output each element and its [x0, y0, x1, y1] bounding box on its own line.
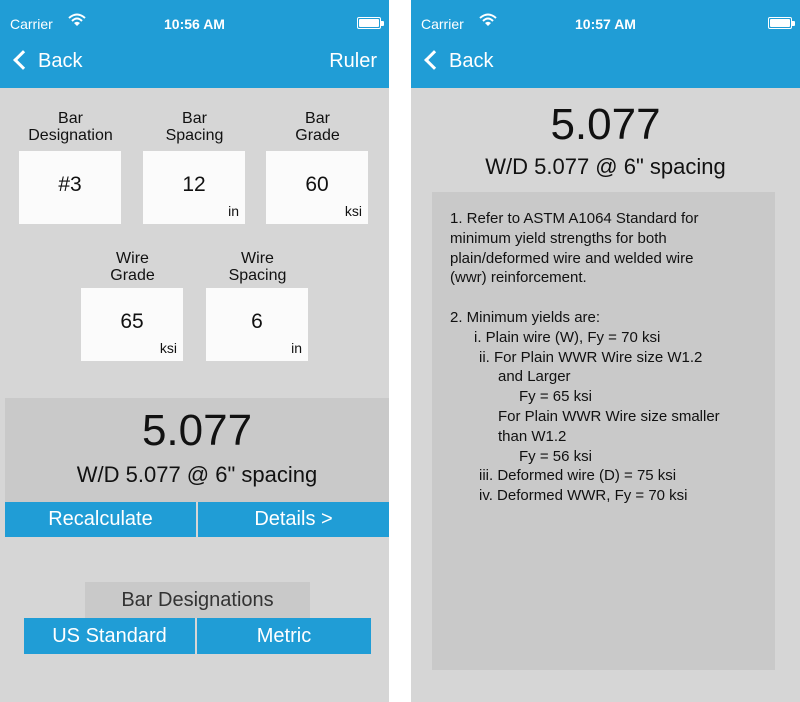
bar-designation-label: Bar Designation [28, 110, 113, 144]
bar-designations-header: Bar Designations [85, 582, 310, 618]
details-line: i. Plain wire (W), Fy = 70 ksi [474, 328, 661, 346]
details-line: than W1.2 [498, 427, 567, 445]
details-line: minimum yield strengths for both [450, 229, 667, 247]
details-screen: Carrier 10:57 AM Back 5.077 W/D 5.077 @ … [411, 0, 800, 702]
wire-spacing-unit: in [291, 340, 302, 356]
details-text: 1. Refer to ASTM A1064 Standard for mini… [450, 209, 770, 506]
wire-spacing-label: Wire Spacing [228, 250, 287, 284]
wire-grade-unit: ksi [159, 340, 177, 356]
bar-grade-unit: ksi [344, 203, 362, 219]
bar-spacing-value: 12 [182, 173, 206, 196]
details-line: Fy = 65 ksi [519, 388, 592, 406]
clock: 10:57 AM [575, 16, 636, 32]
details-line: 2. Minimum yields are: [450, 308, 601, 326]
details-line: and Larger [498, 368, 571, 386]
result-panel: 5.077 W/D 5.077 @ 6" spacing [5, 398, 389, 502]
details-button[interactable]: Details > [198, 502, 389, 537]
result-value: 5.077 [141, 406, 253, 455]
wire-spacing-value: 6 [251, 310, 263, 333]
clock: 10:56 AM [164, 16, 225, 32]
details-line: ii. For Plain WWR Wire size W1.2 [479, 348, 703, 366]
details-line: iii. Deformed wire (D) = 75 ksi [479, 467, 677, 485]
wire-grade-field[interactable]: 65 ksi [81, 288, 183, 361]
status-bar: Carrier 10:56 AM [0, 0, 389, 40]
wire-spacing-field[interactable]: 6 in [206, 288, 308, 361]
bar-grade-value: 60 [305, 173, 329, 196]
result-description: W/D 5.077 @ 6" spacing [485, 154, 726, 179]
ruler-button[interactable]: Ruler [329, 50, 377, 73]
status-bar: Carrier 10:57 AM [411, 0, 800, 40]
details-line: iv. Deformed WWR, Fy = 70 ksi [479, 487, 688, 505]
details-line: Fy = 56 ksi [519, 447, 592, 465]
us-standard-button[interactable]: US Standard [24, 618, 195, 654]
bar-designation-field[interactable]: #3 [19, 151, 121, 224]
details-line: For Plain WWR Wire size smaller [498, 407, 720, 425]
metric-button[interactable]: Metric [197, 618, 371, 654]
result-description: W/D 5.077 @ 6" spacing [76, 462, 318, 487]
recalculate-button[interactable]: Recalculate [5, 502, 196, 537]
wire-grade-label: Wire Grade [110, 250, 155, 284]
details-line: 1. Refer to ASTM A1064 Standard for [450, 210, 699, 227]
bar-spacing-field[interactable]: 12 in [143, 151, 245, 224]
bar-spacing-label: Bar Spacing [165, 110, 224, 144]
bar-grade-label: Bar Grade [295, 110, 340, 144]
details-line: (wwr) reinforcement. [450, 269, 587, 287]
details-line: plain/deformed wire and welded wire [450, 249, 694, 267]
wire-grade-value: 65 [120, 310, 144, 333]
bar-grade-field[interactable]: 60 ksi [266, 151, 368, 224]
result-value: 5.077 [550, 100, 661, 149]
details-panel: 1. Refer to ASTM A1064 Standard for mini… [432, 192, 775, 670]
details-spacer [450, 288, 770, 308]
battery-icon [357, 17, 384, 29]
bar-spacing-unit: in [228, 203, 239, 219]
bar-designation-value: #3 [58, 173, 82, 196]
battery-icon [768, 17, 795, 29]
calculator-screen: Carrier 10:56 AM Back Ruler Bar Designat… [0, 0, 389, 702]
